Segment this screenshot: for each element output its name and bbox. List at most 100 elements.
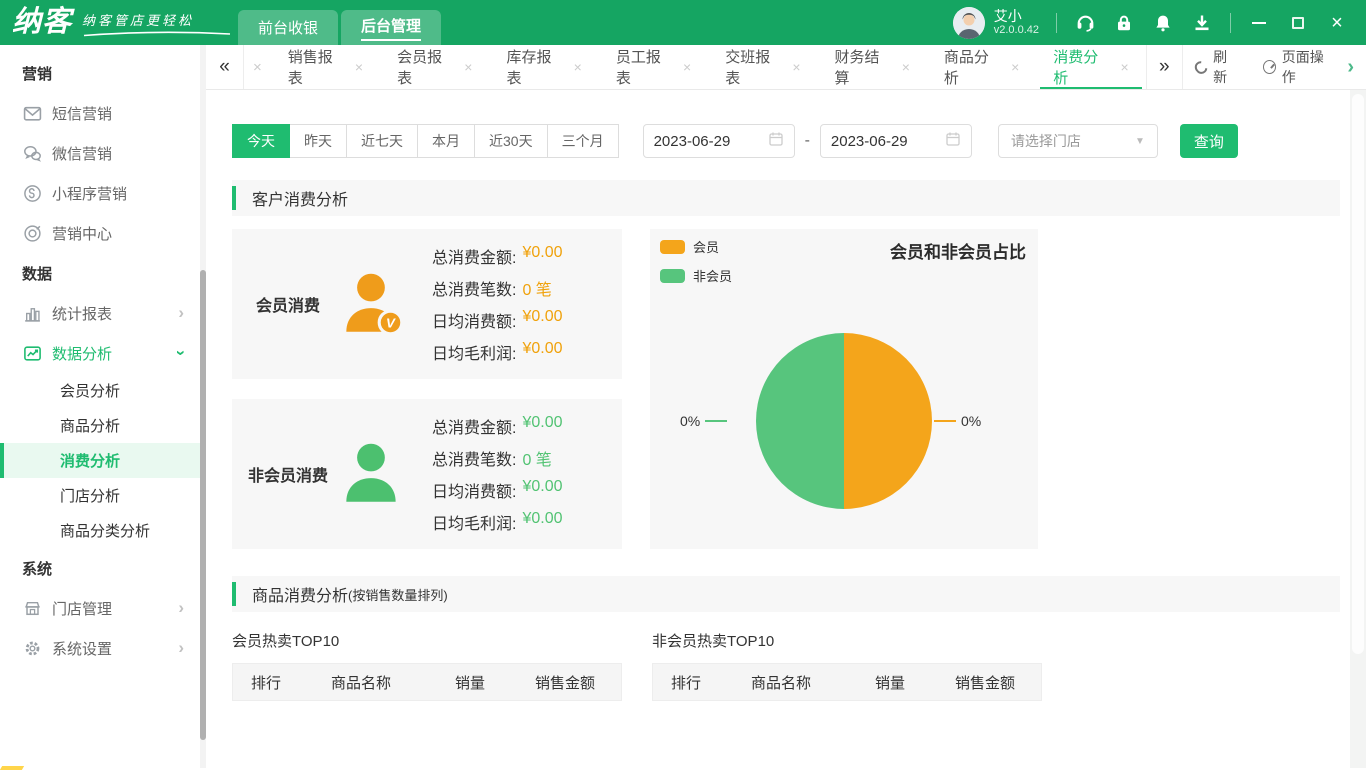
panels-row: 会员消费 V 总消费金额:¥0.00 总消费笔数:0 笔 日均消费额:¥0.00…	[232, 229, 1340, 549]
close-icon[interactable]: ×	[1120, 59, 1128, 75]
legend-item-member[interactable]: 会员	[660, 237, 732, 256]
svg-text:V: V	[386, 316, 396, 331]
close-icon[interactable]: ×	[574, 59, 582, 75]
stat-row: 日均消费额:¥0.00	[432, 478, 563, 502]
quick-3months-button[interactable]: 三个月	[548, 124, 619, 158]
search-button[interactable]: 查询	[1180, 124, 1238, 158]
store-select[interactable]: 请选择门店 ▼	[998, 124, 1158, 158]
window-close-button[interactable]: ×	[1326, 12, 1348, 34]
table-titles: 会员热卖TOP10 非会员热卖TOP10	[232, 630, 1340, 651]
tab-staff-report[interactable]: 员工报表×	[599, 45, 708, 89]
stat-row: 总消费金额:¥0.00	[432, 244, 563, 268]
page-operations-icon	[1263, 60, 1276, 74]
topnav-frontdesk-button[interactable]: 前台收银	[238, 10, 338, 45]
divider	[1056, 13, 1057, 33]
quick-last7days-button[interactable]: 近七天	[347, 124, 418, 158]
member-top10-table: 排行 商品名称 销量 销售金额	[232, 663, 622, 701]
sidebar-subitem-store-analysis[interactable]: 门店分析	[0, 478, 200, 513]
sidebar-item-sms-marketing[interactable]: 短信营销	[0, 93, 200, 133]
date-to-input[interactable]: 2023-06-29	[820, 124, 972, 158]
mail-icon	[22, 103, 42, 123]
tabs-scroll-left-button[interactable]: «	[206, 45, 244, 89]
member-user-icon: V	[334, 266, 410, 342]
logo-accent	[0, 766, 24, 770]
avatar[interactable]	[953, 7, 985, 39]
tab-sales-report[interactable]: 销售报表×	[271, 45, 380, 89]
quick-last30days-button[interactable]: 近30天	[475, 124, 548, 158]
sidebar-item-store-management[interactable]: 门店管理 ›	[0, 588, 200, 628]
gear-icon	[22, 638, 42, 658]
sidebar-subitem-consumption-analysis[interactable]: 消费分析	[0, 443, 200, 478]
sidebar-item-marketing-center[interactable]: 营销中心	[0, 213, 200, 253]
topnav: 前台收银 后台管理	[238, 10, 441, 45]
topnav-backoffice-button[interactable]: 后台管理	[341, 10, 441, 45]
main-scrollbar-thumb[interactable]	[1352, 94, 1364, 654]
window-minimize-button[interactable]	[1248, 12, 1270, 34]
nonmember-consumption-card: 非会员消费 总消费金额:¥0.00 总消费笔数:0 笔 日均消费额:¥0.00 …	[232, 399, 622, 549]
stat-row: 日均消费额:¥0.00	[432, 308, 563, 332]
legend-swatch	[660, 240, 685, 254]
stat-row: 总消费笔数:0 笔	[432, 276, 563, 300]
close-icon[interactable]: ×	[792, 59, 800, 75]
user-info: 艾小 v2.0.0.42	[994, 8, 1039, 37]
tabs-scroll-right-button[interactable]: »	[1146, 45, 1183, 89]
section-accent-bar	[232, 186, 236, 210]
lock-icon[interactable]	[1113, 12, 1135, 34]
tab-shift-report[interactable]: 交班报表×	[708, 45, 817, 89]
quick-today-button[interactable]: 今天	[232, 124, 290, 158]
service-icon[interactable]	[1074, 12, 1096, 34]
download-icon[interactable]	[1191, 12, 1213, 34]
store-icon	[22, 598, 42, 618]
bell-icon[interactable]	[1152, 12, 1174, 34]
tab-inventory-report[interactable]: 库存报表×	[489, 45, 598, 89]
divider	[1230, 13, 1231, 33]
sidebar-subitem-category-analysis[interactable]: 商品分类分析	[0, 513, 200, 548]
close-icon[interactable]: ×	[683, 59, 691, 75]
pie-chart	[756, 333, 932, 509]
quick-range-group: 今天 昨天 近七天 本月 近30天 三个月	[232, 124, 619, 158]
quick-thismonth-button[interactable]: 本月	[418, 124, 475, 158]
legend-item-nonmember[interactable]: 非会员	[660, 266, 732, 285]
sidebar-item-statistic-reports[interactable]: 统计报表 ›	[0, 293, 200, 333]
slogan-underline	[82, 30, 232, 37]
nonmember-user-icon	[334, 436, 410, 512]
close-icon[interactable]: ×	[355, 59, 363, 75]
sidebar-item-system-settings[interactable]: 系统设置 ›	[0, 628, 200, 668]
miniprogram-icon	[22, 183, 42, 203]
sidebar-item-data-analysis[interactable]: 数据分析 ›	[0, 333, 200, 373]
sidebar-subitem-product-analysis[interactable]: 商品分析	[0, 408, 200, 443]
hidden-tab-close-icon[interactable]: ×	[244, 45, 271, 89]
nonmember-top10-title: 非会员热卖TOP10	[652, 630, 1042, 651]
sidebar-item-wechat-marketing[interactable]: 微信营销	[0, 133, 200, 173]
close-icon[interactable]: ×	[1011, 59, 1019, 75]
date-from-input[interactable]: 2023-06-29	[643, 124, 795, 158]
more-arrow-icon[interactable]: ›	[1345, 45, 1366, 89]
tab-member-report[interactable]: 会员报表×	[380, 45, 489, 89]
chevron-down-icon: ›	[171, 350, 191, 356]
tab-finance-report[interactable]: 财务结算×	[818, 45, 927, 89]
nonmember-top10-table: 排行 商品名称 销量 销售金额	[652, 663, 1042, 701]
window-maximize-button[interactable]	[1287, 12, 1309, 34]
caret-down-icon: ▼	[1135, 136, 1145, 147]
chevron-right-icon: ›	[178, 303, 184, 323]
page-operations-button[interactable]: 页面操作	[1251, 45, 1346, 89]
leader-line	[705, 420, 727, 422]
tab-product-analysis[interactable]: 商品分析×	[927, 45, 1036, 89]
sidebar-subitem-member-analysis[interactable]: 会员分析	[0, 373, 200, 408]
tab-consumption-analysis[interactable]: 消费分析×	[1036, 45, 1145, 89]
close-icon[interactable]: ×	[464, 59, 472, 75]
member-stats: 总消费金额:¥0.00 总消费笔数:0 笔 日均消费额:¥0.00 日均毛利润:…	[432, 244, 563, 364]
pie-label-member: 0%	[934, 413, 981, 429]
stat-cards-column: 会员消费 V 总消费金额:¥0.00 总消费笔数:0 笔 日均消费额:¥0.00…	[232, 229, 622, 549]
table-header-row: 排行 商品名称 销量 销售金额	[232, 663, 622, 701]
sidebar-item-miniprogram-marketing[interactable]: 小程序营销	[0, 173, 200, 213]
calendar-icon	[945, 131, 961, 151]
sidebar-section-marketing: 营销	[0, 53, 200, 93]
close-icon[interactable]: ×	[902, 59, 910, 75]
tabbar: « × 销售报表× 会员报表× 库存报表× 员工报表× 交班报表× 财务结算× …	[206, 45, 1366, 90]
refresh-button[interactable]: 刷新	[1183, 45, 1251, 89]
target-icon	[22, 223, 42, 243]
quick-yesterday-button[interactable]: 昨天	[290, 124, 347, 158]
main-scrollbar[interactable]	[1350, 90, 1366, 768]
filter-row: 今天 昨天 近七天 本月 近30天 三个月 2023-06-29 - 2023-…	[232, 124, 1340, 158]
